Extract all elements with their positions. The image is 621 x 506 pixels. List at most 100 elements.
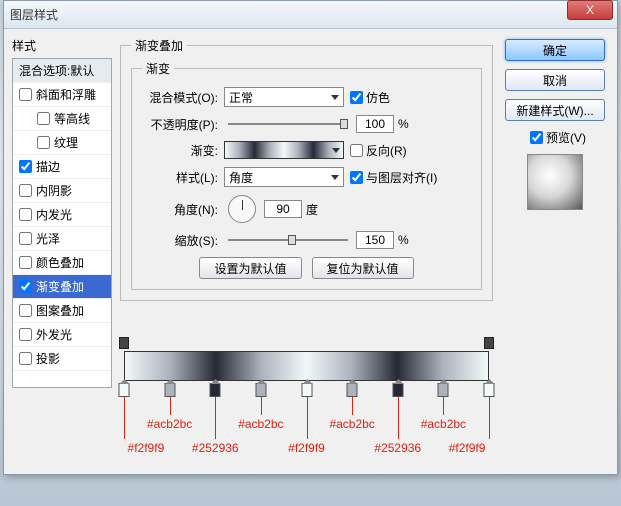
style-item-checkbox[interactable] [19, 256, 32, 269]
style-item-label: 图案叠加 [36, 302, 84, 319]
annotation-label: #252936 [192, 441, 239, 455]
style-item-label: 描边 [36, 158, 60, 175]
opacity-input[interactable]: 100 [356, 115, 394, 133]
annotation-tick [443, 397, 444, 415]
style-item-label: 光泽 [36, 230, 60, 247]
ok-button[interactable]: 确定 [505, 39, 605, 61]
style-item-checkbox[interactable] [19, 160, 32, 173]
style-item-label: 内阴影 [36, 182, 72, 199]
annotation-tick [489, 397, 490, 439]
color-stop[interactable] [255, 383, 266, 397]
reverse-checkbox[interactable]: 反向(R) [350, 142, 407, 159]
angle-label: 角度(N): [142, 201, 224, 218]
style-item-checkbox[interactable] [19, 88, 32, 101]
settings-panel: 渐变叠加 渐变 混合模式(O): 正常 仿色 不透明度(P): 100 % [112, 37, 501, 466]
annotation-tick [398, 397, 399, 439]
style-item[interactable]: 斜面和浮雕 [13, 83, 111, 107]
blending-options-header[interactable]: 混合选项:默认 [13, 59, 111, 83]
style-item[interactable]: 纹理 [13, 131, 111, 155]
opacity-label: 不透明度(P): [142, 116, 224, 133]
style-item[interactable]: 投影 [13, 347, 111, 371]
style-item[interactable]: 外发光 [13, 323, 111, 347]
make-default-button[interactable]: 设置为默认值 [199, 257, 301, 279]
close-icon: X [586, 3, 594, 17]
style-item-checkbox[interactable] [19, 208, 32, 221]
opacity-slider[interactable] [228, 123, 348, 125]
style-label: 样式(L): [142, 169, 224, 186]
scale-label: 缩放(S): [142, 232, 224, 249]
preview-checkbox[interactable]: 预览(V) [530, 129, 586, 146]
style-item-checkbox[interactable] [19, 352, 32, 365]
style-item-label: 外发光 [36, 326, 72, 343]
subgroup-title: 渐变 [142, 60, 174, 77]
chevron-down-icon [331, 175, 339, 180]
annotation-label: #acb2bc [329, 417, 374, 431]
styles-panel: 样式 混合选项:默认 斜面和浮雕等高线纹理描边内阴影内发光光泽颜色叠加渐变叠加图… [12, 37, 112, 466]
color-stop[interactable] [392, 383, 403, 397]
style-item[interactable]: 描边 [13, 155, 111, 179]
style-item[interactable]: 渐变叠加 [13, 275, 111, 299]
color-stop[interactable] [347, 383, 358, 397]
annotation-tick [215, 397, 216, 439]
annotation-tick [170, 397, 171, 415]
color-stop[interactable] [484, 383, 495, 397]
style-list: 混合选项:默认 斜面和浮雕等高线纹理描边内阴影内发光光泽颜色叠加渐变叠加图案叠加… [12, 58, 112, 388]
style-item-checkbox[interactable] [19, 184, 32, 197]
chevron-down-icon [331, 95, 339, 100]
style-item-label: 渐变叠加 [36, 278, 84, 295]
new-style-button[interactable]: 新建样式(W)... [505, 99, 605, 121]
opacity-stop[interactable] [119, 337, 129, 349]
annotation-label: #acb2bc [421, 417, 466, 431]
style-item-checkbox[interactable] [19, 232, 32, 245]
reset-default-button[interactable]: 复位为默认值 [312, 257, 414, 279]
gradient-overlay-group: 渐变叠加 渐变 混合模式(O): 正常 仿色 不透明度(P): 100 % [120, 37, 493, 301]
color-stop[interactable] [210, 383, 221, 397]
scale-input[interactable]: 150 [356, 231, 394, 249]
style-item[interactable]: 内发光 [13, 203, 111, 227]
gradient-subgroup: 渐变 混合模式(O): 正常 仿色 不透明度(P): 100 % 渐变: [131, 60, 482, 290]
style-item-label: 颜色叠加 [36, 254, 84, 271]
style-select[interactable]: 角度 [224, 167, 344, 187]
group-title: 渐变叠加 [131, 37, 187, 54]
color-stop[interactable] [164, 383, 175, 397]
scale-slider[interactable] [228, 239, 348, 241]
style-item-label: 投影 [36, 350, 60, 367]
blend-mode-select[interactable]: 正常 [224, 87, 344, 107]
annotation-tick [307, 397, 308, 439]
angle-input[interactable]: 90 [264, 200, 302, 218]
style-item-checkbox[interactable] [19, 280, 32, 293]
style-item-checkbox[interactable] [19, 304, 32, 317]
opacity-stop[interactable] [484, 337, 494, 349]
dither-checkbox[interactable]: 仿色 [350, 89, 390, 106]
style-item-checkbox[interactable] [37, 112, 50, 125]
annotation-label: #f2f9f9 [288, 441, 325, 455]
action-panel: 确定 取消 新建样式(W)... 预览(V) [501, 37, 609, 466]
annotation-label: #252936 [374, 441, 421, 455]
style-item-checkbox[interactable] [37, 136, 50, 149]
style-item-label: 等高线 [54, 110, 90, 127]
annotation-label: #f2f9f9 [128, 441, 165, 455]
gradient-label: 渐变: [142, 142, 224, 159]
titlebar[interactable]: 图层样式 X [4, 1, 617, 29]
gradient-bar[interactable] [124, 351, 489, 381]
align-checkbox[interactable]: 与图层对齐(I) [350, 169, 437, 186]
preview-swatch [527, 154, 583, 210]
gradient-editor: #acb2bc#acb2bc#acb2bc#acb2bc#f2f9f9#2529… [124, 331, 489, 471]
gradient-picker[interactable] [224, 141, 344, 159]
style-item[interactable]: 内阴影 [13, 179, 111, 203]
style-item-checkbox[interactable] [19, 328, 32, 341]
style-item[interactable]: 图案叠加 [13, 299, 111, 323]
style-item-label: 内发光 [36, 206, 72, 223]
styles-heading: 样式 [12, 37, 112, 54]
style-item[interactable]: 等高线 [13, 107, 111, 131]
color-stop[interactable] [301, 383, 312, 397]
style-item[interactable]: 光泽 [13, 227, 111, 251]
style-item-label: 斜面和浮雕 [36, 86, 96, 103]
cancel-button[interactable]: 取消 [505, 69, 605, 91]
color-stop[interactable] [438, 383, 449, 397]
annotation-tick [261, 397, 262, 415]
style-item[interactable]: 颜色叠加 [13, 251, 111, 275]
color-stop[interactable] [119, 383, 130, 397]
angle-dial[interactable] [228, 195, 256, 223]
close-button[interactable]: X [567, 0, 613, 20]
